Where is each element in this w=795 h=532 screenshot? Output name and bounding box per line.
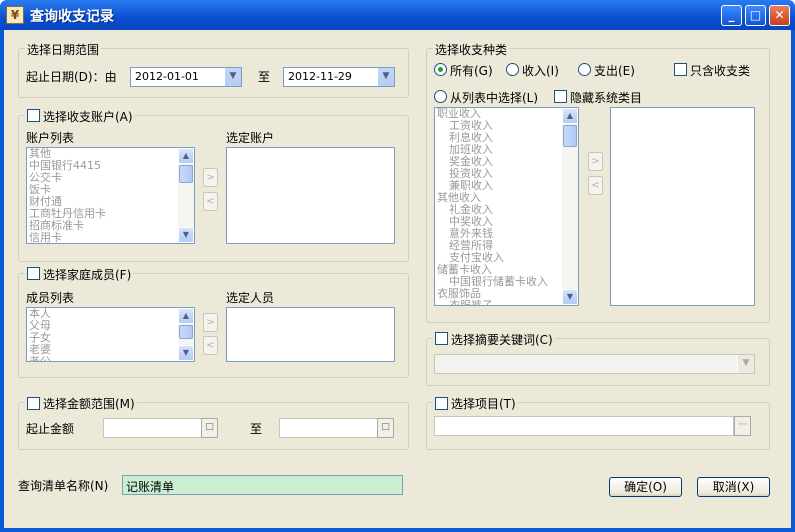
browse-icon[interactable]: ··· xyxy=(734,416,751,436)
add-category-button[interactable]: > xyxy=(588,152,603,171)
ok-button[interactable]: 确定(O) xyxy=(609,477,682,497)
scroll-down-icon[interactable]: ▼ xyxy=(178,345,194,361)
hide-system-label: 隐藏系统类目 xyxy=(570,91,643,105)
app-icon: ¥ xyxy=(6,6,24,24)
member-listbox[interactable]: 本人 父母 子女 老婆 老公 ▲ ▼ xyxy=(26,307,195,362)
query-name-label: 查询清单名称(N) xyxy=(18,479,109,493)
date-to-label: 至 xyxy=(258,70,271,84)
dialog-body: 选择日期范围 起止日期(D)：由 2012-01-01 ▼ 至 2012-11-… xyxy=(4,30,791,528)
radio-income-label: 收入(I) xyxy=(522,64,559,78)
radio-from-list-label: 从列表中选择(L) xyxy=(450,91,539,105)
radio-income[interactable] xyxy=(506,63,519,76)
accounts-group-title: 选择收支账户(A) xyxy=(25,108,135,125)
selected-accounts-listbox[interactable] xyxy=(226,147,395,244)
selected-members-label: 选定人员 xyxy=(226,291,275,305)
list-item[interactable]: 信用卡 xyxy=(29,232,106,244)
list-item[interactable]: 老公 xyxy=(29,356,51,362)
project-checkbox[interactable] xyxy=(435,397,448,410)
date-from-value: 2012-01-01 xyxy=(135,70,199,83)
account-list-label: 账户列表 xyxy=(26,131,75,145)
chevron-down-icon[interactable]: ▼ xyxy=(737,355,754,373)
scroll-up-icon[interactable]: ▲ xyxy=(562,108,578,124)
amount-label: 起止金额 xyxy=(26,422,75,436)
radio-expense-label: 支出(E) xyxy=(594,64,635,78)
amount-to-input[interactable] xyxy=(279,418,379,438)
add-account-button[interactable]: > xyxy=(203,168,218,187)
query-name-input[interactable]: 记账清单 xyxy=(122,475,403,495)
calculator-icon[interactable]: □ xyxy=(377,418,394,438)
members-checkbox[interactable] xyxy=(27,267,40,280)
window-title: 查询收支记录 xyxy=(30,9,114,25)
only-txn-label: 只含收支类 xyxy=(690,64,751,78)
date-from-select[interactable]: 2012-01-01 ▼ xyxy=(130,67,242,87)
category-scrollbar[interactable]: ▲ ▼ xyxy=(562,108,578,305)
member-scrollbar[interactable]: ▲ ▼ xyxy=(178,308,194,361)
list-item[interactable]: 衣服裤子 xyxy=(437,300,548,306)
scroll-down-icon[interactable]: ▼ xyxy=(178,227,194,243)
calculator-icon[interactable]: □ xyxy=(201,418,218,438)
remove-category-button[interactable]: < xyxy=(588,176,603,195)
amount-group-title: 选择金额范围(M) xyxy=(25,395,137,412)
account-items: 其他 中国银行4415 公交卡 饭卡 财付通 工商牡丹信用卡 招商标准卡 信用卡 xyxy=(29,148,106,244)
members-group-title: 选择家庭成员(F) xyxy=(25,266,134,283)
title-bar[interactable]: ¥ 查询收支记录 _ □ ✕ xyxy=(0,0,795,30)
scroll-down-icon[interactable]: ▼ xyxy=(562,289,578,305)
chevron-down-icon[interactable]: ▼ xyxy=(377,68,394,86)
scroll-up-icon[interactable]: ▲ xyxy=(178,308,194,324)
scroll-thumb[interactable] xyxy=(179,165,193,183)
keyword-select[interactable]: ▼ xyxy=(434,354,755,374)
scroll-thumb[interactable] xyxy=(563,125,577,147)
radio-expense[interactable] xyxy=(578,63,591,76)
selected-members-listbox[interactable] xyxy=(226,307,395,362)
project-input[interactable] xyxy=(434,416,734,436)
date-to-value: 2012-11-29 xyxy=(288,70,352,83)
category-items: 职业收入 工资收入 利息收入 加班收入 奖金收入 投资收入 兼职收入 其他收入 礼金收入 中奖收入… xyxy=(437,108,548,306)
keyword-group-title: 选择摘要关键词(C) xyxy=(433,331,555,348)
category-listbox[interactable]: 职业收入 工资收入 利息收入 加班收入 奖金收入 投资收入 兼职收入 其他收入 礼金收入 中奖收入… xyxy=(434,107,579,306)
account-scrollbar[interactable]: ▲ ▼ xyxy=(178,148,194,243)
add-member-button[interactable]: > xyxy=(203,313,218,332)
selected-categories-listbox[interactable] xyxy=(610,107,755,306)
radio-all-label: 所有(G) xyxy=(450,64,493,78)
remove-member-button[interactable]: < xyxy=(203,336,218,355)
amount-from-input[interactable] xyxy=(103,418,203,438)
hide-system-checkbox[interactable] xyxy=(554,90,567,103)
date-range-label: 起止日期(D)：由 xyxy=(26,70,117,84)
category-group-title: 选择收支种类 xyxy=(433,41,510,58)
query-name-value: 记账清单 xyxy=(126,480,175,494)
amount-checkbox[interactable] xyxy=(27,397,40,410)
amount-to-label: 至 xyxy=(250,422,263,436)
member-items: 本人 父母 子女 老婆 老公 xyxy=(29,308,51,362)
remove-account-button[interactable]: < xyxy=(203,192,218,211)
scroll-up-icon[interactable]: ▲ xyxy=(178,148,194,164)
chevron-down-icon[interactable]: ▼ xyxy=(224,68,241,86)
dialog-window: ¥ 查询收支记录 _ □ ✕ 选择日期范围 起止日期(D)：由 2012-01-… xyxy=(0,0,795,532)
cancel-button[interactable]: 取消(X) xyxy=(697,477,770,497)
selected-accounts-label: 选定账户 xyxy=(226,131,275,145)
scroll-thumb[interactable] xyxy=(179,325,193,339)
maximize-button[interactable]: □ xyxy=(745,5,766,26)
only-txn-checkbox[interactable] xyxy=(674,63,687,76)
close-button[interactable]: ✕ xyxy=(769,5,790,26)
keyword-checkbox[interactable] xyxy=(435,332,448,345)
date-range-group-title: 选择日期范围 xyxy=(25,41,102,58)
minimize-button[interactable]: _ xyxy=(721,5,742,26)
account-listbox[interactable]: 其他 中国银行4415 公交卡 饭卡 财付通 工商牡丹信用卡 招商标准卡 信用卡 ▲ ▼ xyxy=(26,147,195,244)
radio-from-list[interactable] xyxy=(434,90,447,103)
accounts-checkbox[interactable] xyxy=(27,109,40,122)
member-list-label: 成员列表 xyxy=(26,291,75,305)
radio-all[interactable] xyxy=(434,63,447,76)
date-to-select[interactable]: 2012-11-29 ▼ xyxy=(283,67,395,87)
